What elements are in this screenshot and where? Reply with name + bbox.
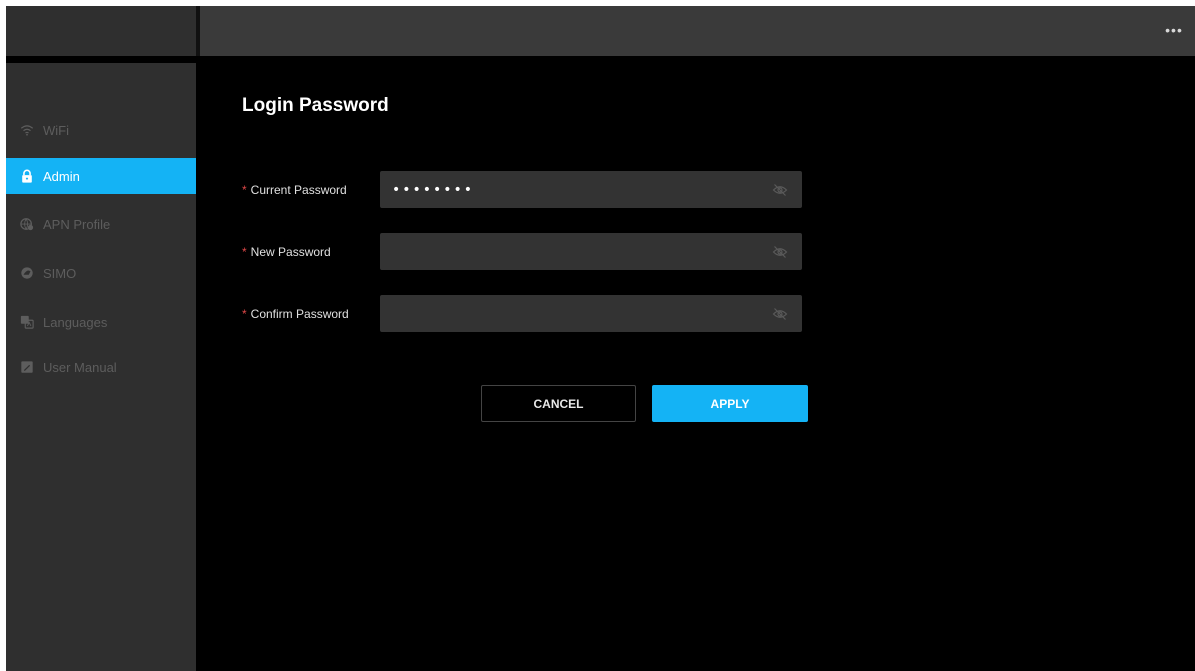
current-password-input[interactable] [380,171,772,208]
wifi-icon [19,122,35,138]
new-password-field [380,233,802,270]
required-mark: * [242,307,247,321]
sidebar-item-label: Admin [43,168,80,184]
sidebar-item-apn-profile[interactable]: APN Profile [6,206,196,242]
more-options-button[interactable]: ••• [1163,22,1185,38]
cancel-button[interactable]: CANCEL [481,385,636,422]
simo-icon [19,265,35,281]
app-window: ••• WiFi Admin APN Profile SIMO Language… [6,6,1195,671]
sidebar-item-user-manual[interactable]: User Manual [6,349,196,385]
confirm-password-label: * Confirm Password [242,295,349,333]
sidebar-item-admin[interactable]: Admin [6,158,196,194]
sidebar-item-label: WiFi [43,122,69,138]
required-mark: * [242,245,247,259]
confirm-password-field [380,295,802,332]
current-password-field [380,171,802,208]
required-mark: * [242,183,247,197]
field-label-text: Confirm Password [250,307,349,321]
sidebar-item-label: Languages [43,314,108,330]
eye-off-icon[interactable] [772,244,788,260]
main-content: Login Password * Current Password * New Pa… [200,56,1195,671]
sidebar-item-label: SIMO [43,265,77,281]
top-bar: ••• [200,6,1195,56]
sidebar-item-languages[interactable]: Languages [6,304,196,340]
new-password-input[interactable] [380,233,772,270]
languages-icon [19,314,35,330]
sidebar-header [6,6,196,56]
new-password-row: * New Password [242,233,802,271]
current-password-row: * Current Password [242,171,802,209]
apply-button[interactable]: APPLY [652,385,808,422]
user-manual-icon [19,359,35,375]
confirm-password-input[interactable] [380,295,772,332]
field-label-text: New Password [250,245,331,259]
page-title: Login Password [242,95,389,116]
eye-off-icon[interactable] [772,306,788,322]
current-password-label: * Current Password [242,171,347,209]
sidebar: WiFi Admin APN Profile SIMO Languages Us… [6,63,196,671]
new-password-label: * New Password [242,233,331,271]
lock-icon [19,168,35,184]
sidebar-item-wifi[interactable]: WiFi [6,112,196,148]
eye-off-icon[interactable] [772,182,788,198]
sidebar-item-simo[interactable]: SIMO [6,255,196,291]
apn-profile-icon [19,216,35,232]
sidebar-item-label: User Manual [43,359,117,375]
field-label-text: Current Password [250,183,347,197]
sidebar-item-label: APN Profile [43,216,111,232]
confirm-password-row: * Confirm Password [242,295,802,333]
